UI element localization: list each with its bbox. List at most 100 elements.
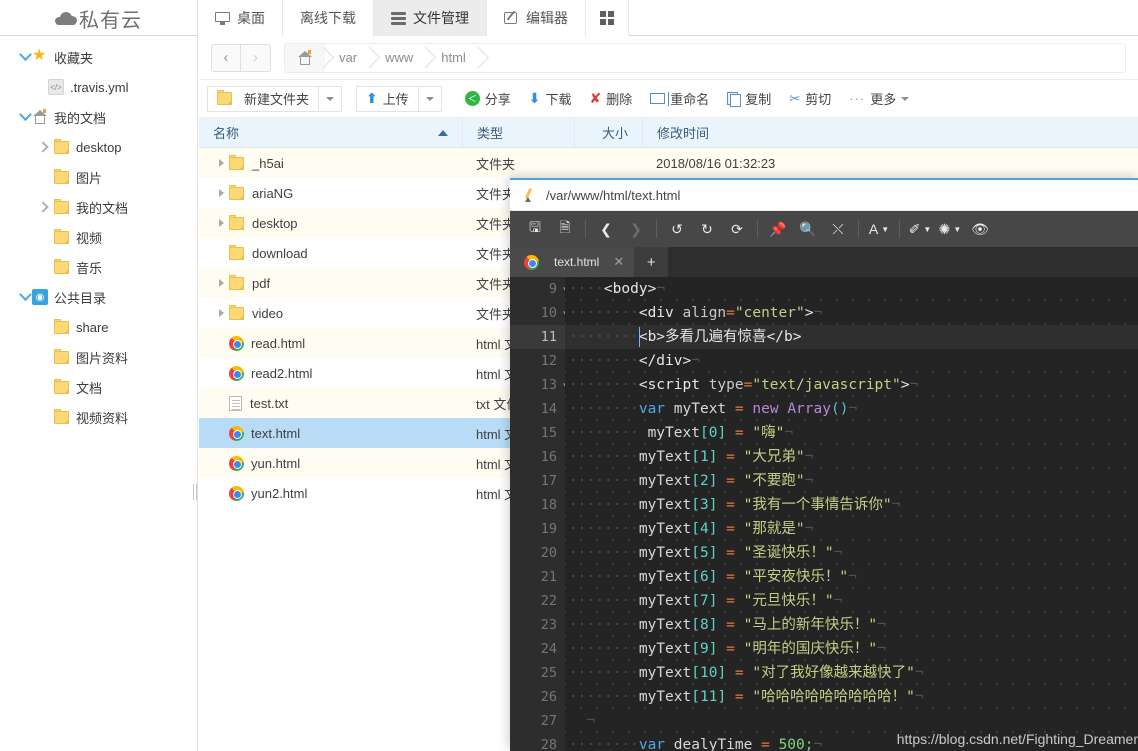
code-line: ····<body>¬ (569, 281, 666, 297)
pin-icon[interactable]: 📌 (763, 215, 793, 243)
back-button[interactable]: ‹ (211, 43, 241, 72)
save-icon[interactable]: 🖫 (520, 215, 550, 243)
line-number: 22 (540, 593, 557, 609)
line-number-gutter: 9▾ 10▾ 11 12 13▾ 14 15 16 17 18 19 20 21… (510, 277, 567, 751)
code-line: ········</div>¬ (569, 353, 700, 369)
breadcrumb-segment-html[interactable]: html (427, 44, 480, 72)
code-line: ········myText[8] = "马上的新年快乐！"¬ (569, 617, 886, 633)
chevron-right-icon[interactable] (36, 200, 50, 214)
column-header-name[interactable]: 名称 (199, 118, 462, 147)
sidebar-item-public-dir[interactable]: ◉ 公共目录 (0, 282, 197, 312)
sidebar-item-travis-yml[interactable]: </> .travis.yml (0, 72, 197, 102)
share-button[interactable]: ＜ 分享 (455, 85, 520, 112)
table-row[interactable]: _h5ai 文件夹 2018/08/16 01:32:23 (199, 148, 1138, 178)
server-icon (391, 11, 406, 25)
tab-desktop[interactable]: 桌面 (198, 0, 283, 36)
back-icon[interactable]: ❮ (591, 215, 621, 243)
font-icon[interactable]: A ▼ (864, 215, 894, 243)
divider (858, 220, 859, 238)
main-nav-tabs: 桌面 离线下载 文件管理 编辑器 (198, 0, 629, 36)
chrome-icon (229, 365, 244, 381)
column-header-size[interactable]: 大小 (574, 118, 642, 147)
expand-icon[interactable] (213, 309, 229, 317)
column-header-type[interactable]: 类型 (462, 118, 574, 147)
expand-icon[interactable] (213, 189, 229, 197)
more-button[interactable]: ··· 更多 (840, 85, 919, 112)
sidebar-item-video-materials[interactable]: 视频资料 (0, 402, 197, 432)
tab-editor[interactable]: 编辑器 (487, 0, 586, 36)
line-number: 9▾ (548, 281, 567, 297)
redo-icon[interactable]: ↻ (692, 215, 722, 243)
code-line: ········myText[4] = "那就是"¬ (569, 521, 814, 537)
reload-icon[interactable]: ⟳ (722, 215, 752, 243)
code-file-icon: </> (48, 79, 64, 95)
sidebar-item-documents[interactable]: 文档 (0, 372, 197, 402)
divider (899, 220, 900, 238)
sidebar-item-share[interactable]: share (0, 312, 197, 342)
breadcrumb-segment-www[interactable]: www (371, 44, 427, 72)
new-folder-dropdown[interactable] (319, 85, 343, 112)
rename-button[interactable]: 重命名 (641, 85, 719, 112)
upload-dropdown[interactable] (418, 85, 442, 112)
code-line: ········<div align="center">¬ (569, 305, 823, 321)
new-folder-button[interactable]: 新建文件夹 (207, 85, 320, 112)
folder-icon (229, 184, 244, 200)
folder-icon (54, 348, 69, 364)
search-icon[interactable]: 🔍 (793, 215, 823, 243)
close-icon[interactable]: ✕ (613, 254, 624, 270)
folder-icon (54, 228, 69, 244)
line-number: 15 (540, 425, 557, 441)
new-file-icon[interactable]: 🗎 (550, 215, 580, 243)
shuffle-icon[interactable]: ⤬ (823, 215, 853, 243)
breadcrumb-segment-var[interactable]: var (325, 44, 371, 72)
chevron-down-icon[interactable] (18, 50, 32, 64)
file-modified: 2018/08/16 01:32:23 (656, 155, 776, 171)
column-header-modified[interactable]: 修改时间 (642, 118, 1138, 147)
sidebar-item-my-documents[interactable]: 我的文档 (0, 102, 197, 132)
delete-button[interactable]: ✘ 删除 (580, 85, 642, 112)
folder-icon (229, 214, 244, 230)
code-text[interactable]: ····<body>¬ ········<div align="center">… (565, 277, 1138, 751)
tab-file-manager[interactable]: 文件管理 (374, 0, 487, 36)
tab-editor-label: 编辑器 (526, 10, 568, 26)
sidebar-item-label: .travis.yml (70, 79, 129, 95)
tab-offline-download[interactable]: 离线下载 (283, 0, 374, 36)
chevron-down-icon[interactable] (18, 110, 32, 124)
eye-icon[interactable]: 👁 (965, 215, 995, 243)
chevron-right-icon[interactable] (36, 140, 50, 154)
sidebar-item-desktop[interactable]: desktop (0, 132, 197, 162)
sidebar-item-favorites[interactable]: 收藏夹 (0, 42, 197, 72)
tab-apps-grid[interactable] (586, 0, 629, 36)
expand-icon[interactable] (213, 159, 229, 167)
copy-button[interactable]: 复制 (718, 85, 781, 112)
sidebar-item-my-documents-sub[interactable]: 我的文档 (0, 192, 197, 222)
code-area[interactable]: 9▾ 10▾ 11 12 13▾ 14 15 16 17 18 19 20 21… (510, 277, 1138, 751)
breadcrumb-home[interactable] (285, 43, 325, 72)
sidebar-item-picture-materials[interactable]: 图片资料 (0, 342, 197, 372)
expand-icon[interactable] (213, 219, 229, 227)
download-button[interactable]: ⬇ 下载 (519, 85, 581, 112)
line-number: 13▾ (540, 377, 567, 393)
chevron-down-icon[interactable] (18, 290, 32, 304)
expand-icon[interactable] (213, 279, 229, 287)
settings-icon[interactable]: ✺ ▼ (935, 215, 965, 243)
editor-tab-text-html[interactable]: text.html ✕ (510, 247, 635, 277)
copy-label: 复制 (745, 92, 772, 107)
forward-icon[interactable]: ❯ (621, 215, 651, 243)
new-tab-button[interactable]: + (634, 247, 669, 277)
folder-icon (229, 274, 244, 290)
new-folder-group: 新建文件夹 (207, 85, 343, 112)
forward-button[interactable]: › (241, 43, 271, 72)
chevron-down-icon (425, 96, 434, 101)
sidebar-item-videos[interactable]: 视频 (0, 222, 197, 252)
sidebar-item-pictures[interactable]: 图片 (0, 162, 197, 192)
undo-icon[interactable]: ↺ (662, 215, 692, 243)
sidebar-splitter[interactable] (192, 481, 198, 503)
app-logo-text: 私有云 (79, 9, 142, 32)
upload-button[interactable]: ⬆ 上传 (356, 85, 419, 112)
folder-icon (229, 244, 244, 260)
app-logo[interactable]: 私有云 (0, 0, 198, 36)
cut-button[interactable]: ✂ 剪切 (780, 85, 841, 112)
sidebar-item-music[interactable]: 音乐 (0, 252, 197, 282)
magic-wand-icon[interactable]: ✐ ▼ (905, 215, 935, 243)
